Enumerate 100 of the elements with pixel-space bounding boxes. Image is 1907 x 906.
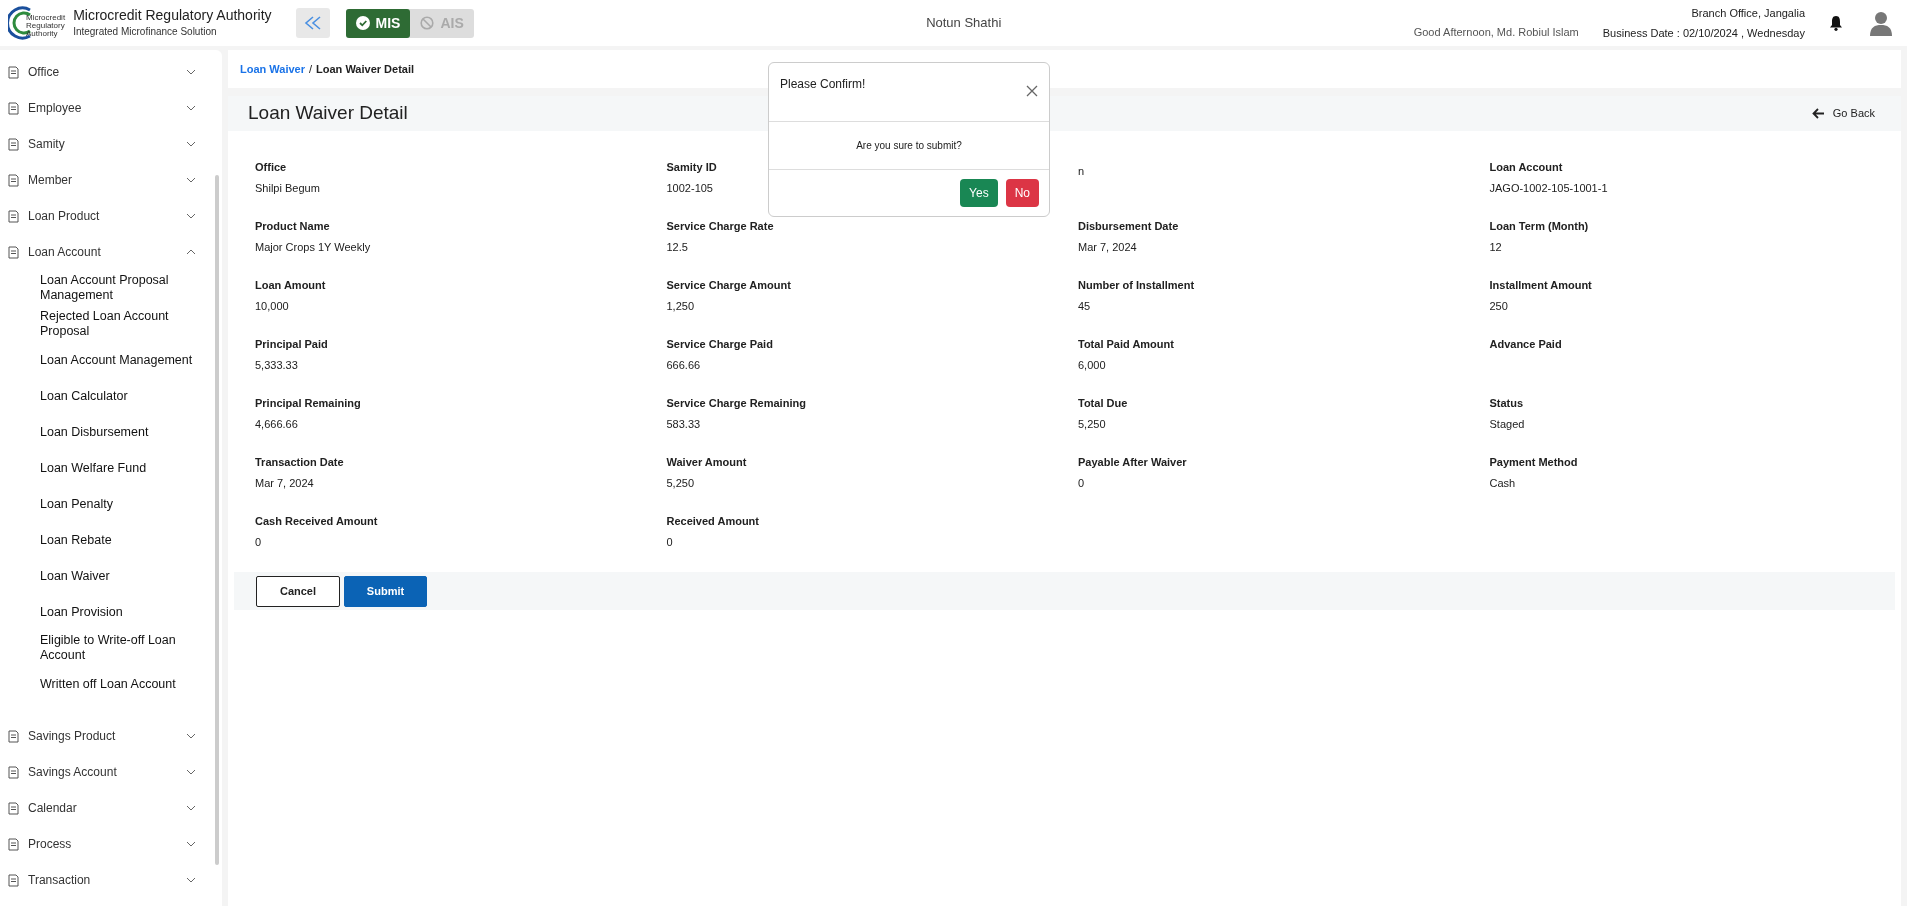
sidebar-item[interactable]: Samity	[0, 126, 208, 162]
field-label: Service Charge Paid	[666, 337, 773, 352]
blocked-icon	[420, 16, 435, 30]
field-value: 5,250	[1078, 416, 1106, 432]
sidebar-item[interactable]: Office	[0, 54, 208, 90]
field-label: Office	[255, 160, 287, 175]
field-value: 6,000	[1078, 357, 1106, 373]
field-value: 10,000	[255, 298, 289, 314]
sidebar-item[interactable]: Transaction	[0, 862, 208, 898]
field-value: Major Crops 1Y Weekly	[255, 239, 371, 255]
sidebar-item[interactable]: Employee	[0, 90, 208, 126]
app-subtitle: Integrated Microfinance Solution	[73, 24, 218, 39]
sidebar-subitem[interactable]: Loan Account Management	[0, 342, 200, 378]
field-label: Received Amount	[666, 514, 759, 529]
module-tab[interactable]: MIS	[345, 8, 411, 38]
dialog-title: Please Confirm!	[780, 76, 866, 93]
sidebar-subitem[interactable]: Loan Provision	[0, 594, 200, 630]
sidebar-subitem[interactable]: Loan Account Proposal Management	[0, 270, 200, 306]
field-label: Service Charge Amount	[666, 278, 791, 293]
sidebar-item[interactable]: Process	[0, 826, 208, 862]
field-value: 250	[1489, 298, 1508, 314]
document-icon	[8, 245, 20, 259]
field-value: JAGO-1002-105-1001-1	[1489, 180, 1608, 196]
no-button[interactable]: No	[1005, 179, 1039, 207]
document-icon	[8, 729, 20, 743]
yes-button[interactable]: Yes	[960, 179, 998, 207]
cancel-button[interactable]: Cancel	[256, 575, 340, 607]
close-icon	[1026, 84, 1038, 97]
field-label: Total Paid Amount	[1078, 337, 1174, 352]
field-value: 0	[255, 534, 262, 550]
field-value: 666.66	[666, 357, 701, 373]
document-icon	[8, 65, 20, 79]
sidebar-item[interactable]: Savings Product	[0, 718, 208, 754]
sidebar-subitem[interactable]: Eligible to Write-off Loan Account	[0, 630, 200, 666]
field-value: 0	[666, 534, 673, 550]
submit-button[interactable]: Submit	[344, 575, 427, 607]
sidebar-subitem[interactable]: Loan Calculator	[0, 378, 200, 414]
field-value: 583.33	[666, 416, 701, 432]
document-icon	[8, 101, 20, 115]
field-value: Shilpi Begum	[255, 180, 320, 196]
field-value: Cash	[1489, 475, 1516, 491]
field-value: Mar 7, 2024	[255, 475, 314, 491]
field-label: Payable After Waiver	[1078, 455, 1187, 470]
sidebar-item[interactable]: Loan Account	[0, 234, 208, 270]
field-value: 5,333.33	[255, 357, 298, 373]
field-label: Loan Amount	[255, 278, 326, 293]
double-chevron-icon	[303, 16, 322, 30]
field-label: Cash Received Amount	[255, 514, 378, 529]
field-label: Service Charge Remaining	[666, 396, 806, 411]
field-value: 12	[1489, 239, 1502, 255]
field-label: Waiver Amount	[666, 455, 747, 470]
dialog-message: Are you sure to submit?	[856, 139, 962, 153]
field-label: Principal Remaining	[255, 396, 361, 411]
field-label: Samity ID	[666, 160, 717, 175]
branch-name: Branch Office, Jangalia	[1690, 5, 1805, 21]
document-icon	[8, 173, 20, 187]
sidebar-item[interactable]: Member	[0, 162, 208, 198]
sidebar-subitem[interactable]: Rejected Loan Account Proposal	[0, 306, 200, 342]
field-value: 1,250	[666, 298, 695, 314]
sidebar-subitem[interactable]: Loan Disbursement	[0, 414, 200, 450]
breadcrumb-link[interactable]: Loan Waiver	[240, 60, 305, 78]
field-value: 12.5	[666, 239, 688, 255]
field-label: Disbursement Date	[1078, 219, 1179, 234]
breadcrumb-separator: /	[309, 61, 313, 77]
collapse-button[interactable]	[295, 8, 330, 38]
field-label: Product Name	[255, 219, 330, 234]
document-icon	[8, 209, 20, 223]
field-label: Loan Account	[1489, 160, 1563, 175]
field-label: Status	[1489, 396, 1524, 411]
logo-text: Microcredit Regulatory Authority	[26, 14, 66, 38]
greeting: Good Afternoon, Md. Robiul Islam	[1413, 24, 1579, 40]
document-icon	[8, 873, 20, 887]
avatar-silhouette-icon[interactable]	[1869, 10, 1893, 36]
sidebar-item[interactable]: Loan Product	[0, 198, 208, 234]
check-circle-icon	[355, 16, 370, 30]
sidebar-subitem[interactable]: Loan Penalty	[0, 486, 200, 522]
sidebar-item[interactable]: Calendar	[0, 790, 208, 826]
field-value: 45	[1078, 298, 1091, 314]
field-label: Number of Installment	[1078, 278, 1195, 293]
sidebar-item[interactable]: Savings Account	[0, 754, 208, 790]
field-value: Mar 7, 2024	[1078, 239, 1137, 255]
sidebar-subitem[interactable]: Loan Rebate	[0, 522, 200, 558]
bell-icon[interactable]	[1829, 15, 1843, 31]
field-label: Total Due	[1078, 396, 1128, 411]
app-title: Microcredit Regulatory Authority	[73, 7, 272, 24]
arrow-left-icon	[1811, 108, 1825, 119]
field-label: Principal Paid	[255, 337, 328, 352]
sidebar-subitem[interactable]: Loan Welfare Fund	[0, 450, 200, 486]
go-back-button[interactable]: Go Back	[1805, 104, 1881, 123]
breadcrumb-current: Loan Waiver Detail	[316, 61, 415, 77]
field-value: n	[1078, 164, 1085, 179]
field-value: 1002-105	[666, 180, 713, 196]
field-value: 4,666.66	[255, 416, 298, 432]
sidebar-subitem[interactable]: Written off Loan Account	[0, 666, 200, 702]
field-value: Staged	[1489, 416, 1525, 432]
sidebar-subitem[interactable]: Loan Waiver	[0, 558, 200, 594]
document-icon	[8, 801, 20, 815]
field-label: Transaction Date	[255, 455, 344, 470]
field-label: Payment Method	[1489, 455, 1578, 470]
field-value: 0	[1078, 475, 1085, 491]
